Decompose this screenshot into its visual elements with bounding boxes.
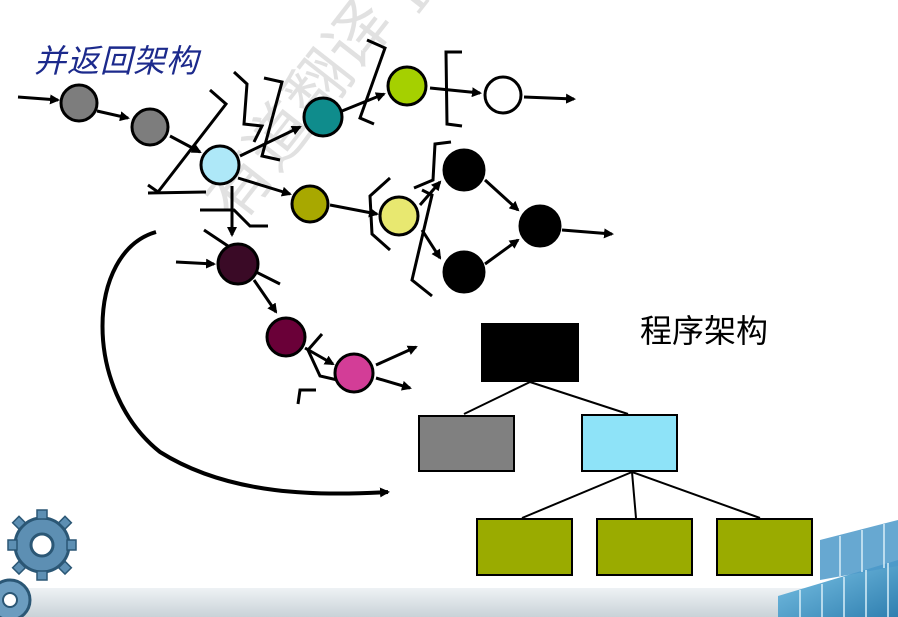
footer-band [0,588,898,617]
architecture-diagram [0,38,898,617]
tree-lightblue-box [581,414,678,472]
tree-gray-box [418,415,515,472]
tree-root-box [481,323,579,382]
tree-leaf-box [716,518,813,576]
tree-leaf-box [596,518,693,576]
tree-leaf-box [476,518,573,576]
slide: 有道翻译 pdf.youdao.com 并返回架构 程序架构 [0,0,898,617]
